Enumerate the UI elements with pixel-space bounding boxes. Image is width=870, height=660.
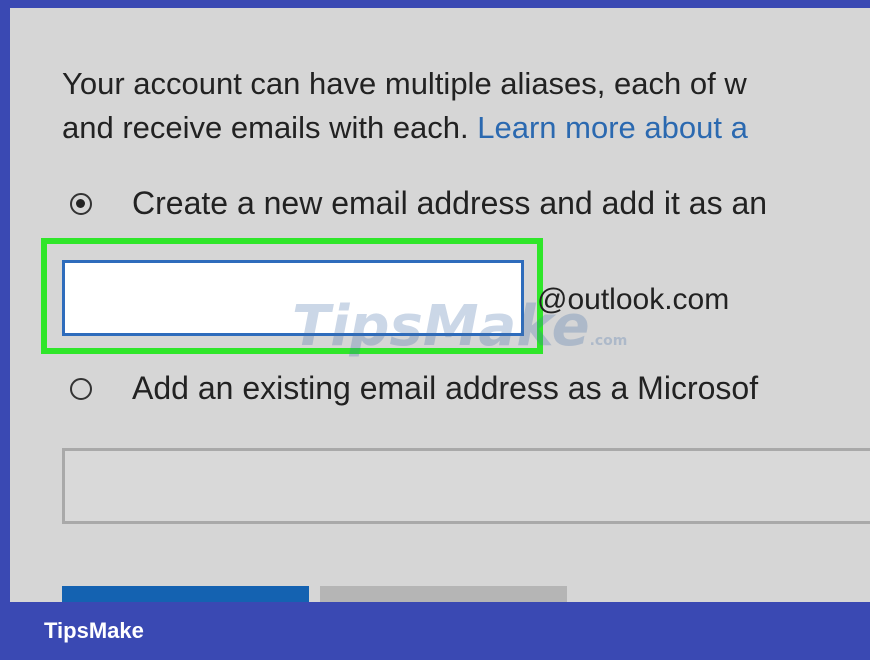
add-existing-radio[interactable] bbox=[70, 378, 92, 400]
cancel-button[interactable] bbox=[320, 586, 567, 602]
watermark-suffix: .com bbox=[589, 333, 628, 349]
alias-settings-panel: Your account can have multiple aliases, … bbox=[10, 8, 870, 602]
domain-suffix: @outlook.com bbox=[537, 283, 730, 316]
create-new-label[interactable]: Create a new email address and add it as… bbox=[132, 185, 767, 222]
intro-line-2: and receive emails with each. Learn more… bbox=[62, 106, 870, 150]
add-existing-label[interactable]: Add an existing email address as a Micro… bbox=[132, 370, 758, 407]
intro-text: Your account can have multiple aliases, … bbox=[62, 62, 870, 150]
create-new-radio[interactable] bbox=[70, 193, 92, 215]
frame-left-border bbox=[0, 0, 10, 660]
intro-line-2-text: and receive emails with each. bbox=[62, 110, 478, 145]
intro-line-1: Your account can have multiple aliases, … bbox=[62, 66, 747, 101]
new-alias-input[interactable] bbox=[62, 260, 524, 336]
footer-brand: TipsMake bbox=[44, 618, 144, 643]
learn-more-link[interactable]: Learn more about a bbox=[477, 110, 748, 145]
footer-bar: TipsMake bbox=[0, 602, 870, 660]
existing-email-input[interactable] bbox=[62, 448, 870, 524]
frame-top-border bbox=[0, 0, 870, 8]
add-alias-button[interactable] bbox=[62, 586, 309, 602]
